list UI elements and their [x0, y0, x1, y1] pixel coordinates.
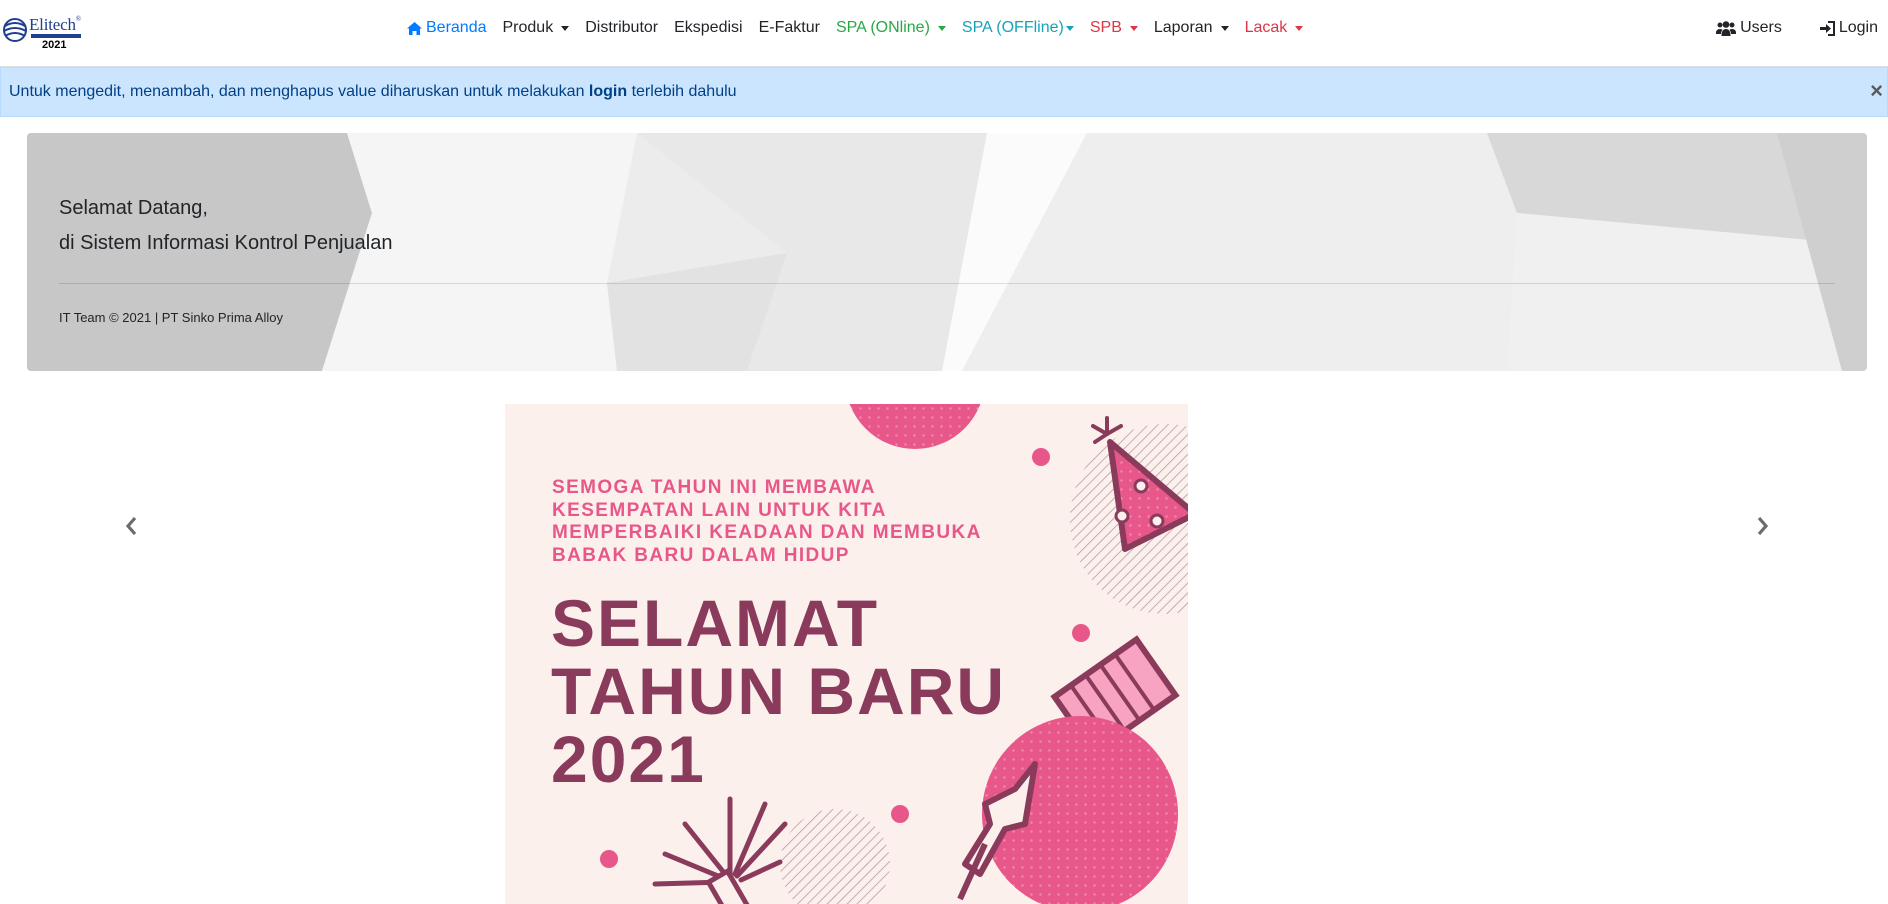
nav-beranda[interactable]: Beranda — [399, 0, 495, 56]
title-line: TAHUN BARU — [551, 654, 1007, 728]
nav-spb-label: SPB — [1089, 19, 1122, 36]
welcome-line-1: Selamat Datang, — [59, 197, 208, 219]
nav-produk-label: Produk — [502, 19, 554, 36]
navbar: Elitech® 2021 Beranda Produk Distributor… — [0, 0, 1888, 67]
users-icon — [1716, 20, 1737, 36]
globe-icon — [3, 18, 27, 42]
welcome-line-2: di Sistem Informasi Kontrol Penjualan — [59, 232, 393, 254]
brand-name: Elitech® — [29, 15, 81, 34]
sign-in-icon — [1819, 20, 1835, 36]
nav-laporan-label: Laporan — [1153, 19, 1213, 36]
welcome-jumbotron: Selamat Datang, di Sistem Informasi Kont… — [27, 133, 1867, 371]
nav-login-label: Login — [1838, 19, 1878, 36]
home-icon — [407, 21, 422, 35]
subtitle-line: BABAK BARU DALAM HIDUP — [552, 544, 850, 566]
caret-down-icon — [1220, 25, 1229, 31]
carousel-next-button[interactable] — [1747, 511, 1777, 541]
slide-subtitle: SEMOGA TAHUN INI MEMBAWA KESEMPATAN LAIN… — [552, 477, 982, 567]
caret-down-icon — [561, 25, 570, 31]
login-alert: Untuk mengedit, menambah, dan menghapus … — [0, 67, 1888, 117]
brand-bar — [31, 34, 81, 38]
nav-users[interactable]: Users — [1706, 0, 1792, 56]
alert-message: Untuk mengedit, menambah, dan menghapus … — [9, 83, 737, 100]
nav-spa-offline-label: SPA (OFFline) — [961, 19, 1064, 36]
nav-spa-online[interactable]: SPA (ONline) — [828, 0, 954, 56]
caret-down-icon — [937, 25, 946, 31]
alert-login-word: login — [588, 83, 628, 100]
nav-spa-online-label: SPA (ONline) — [835, 19, 930, 36]
nav-ekspedisi[interactable]: Ekspedisi — [666, 0, 750, 56]
divider — [59, 283, 1835, 284]
nav-spb[interactable]: SPB — [1082, 0, 1146, 56]
chevron-left-icon — [125, 517, 137, 535]
nav-beranda-label: Beranda — [426, 19, 487, 36]
carousel-slide-new-year: SEMOGA TAHUN INI MEMBAWA KESEMPATAN LAIN… — [505, 404, 1188, 904]
jumbotron-footer: IT Team © 2021 | PT Sinko Prima Alloy — [59, 310, 283, 325]
nav-efaktur-label: E-Faktur — [758, 19, 820, 36]
close-icon[interactable]: × — [1870, 80, 1883, 102]
user-nav: Users Login — [1706, 0, 1888, 56]
nav-distributor[interactable]: Distributor — [577, 0, 666, 56]
nav-spa-offline[interactable]: SPA (OFFline) — [954, 0, 1082, 56]
nav-produk[interactable]: Produk — [495, 0, 578, 56]
main-nav: Beranda Produk Distributor Ekspedisi E-F… — [399, 0, 1311, 56]
nav-distributor-label: Distributor — [585, 19, 659, 36]
slide-title: SELAMAT TAHUN BARU 2021 — [551, 589, 1006, 793]
nav-lacak-label: Lacak — [1244, 19, 1288, 36]
nav-ekspedisi-label: Ekspedisi — [674, 19, 743, 36]
subtitle-line: MEMPERBAIKI KEADAAN DAN MEMBUKA — [552, 522, 982, 543]
title-line: 2021 — [551, 722, 706, 796]
nav-lacak[interactable]: Lacak — [1237, 0, 1312, 56]
brand-logo[interactable]: Elitech® 2021 — [2, 12, 84, 54]
title-line: SELAMAT — [551, 586, 880, 660]
caret-down-icon — [1295, 25, 1304, 31]
carousel-prev-button[interactable] — [117, 511, 147, 541]
brand-year: 2021 — [42, 39, 67, 51]
nav-laporan[interactable]: Laporan — [1146, 0, 1237, 56]
caret-down-icon — [1129, 25, 1138, 31]
subtitle-line: SEMOGA TAHUN INI MEMBAWA — [552, 477, 876, 498]
nav-login[interactable]: Login — [1810, 0, 1888, 56]
chevron-right-icon — [1757, 517, 1769, 535]
subtitle-line: KESEMPATAN LAIN UNTUK KITA — [552, 499, 887, 521]
nav-efaktur[interactable]: E-Faktur — [751, 0, 828, 56]
caret-down-icon — [1065, 25, 1074, 31]
image-carousel: SEMOGA TAHUN INI MEMBAWA KESEMPATAN LAIN… — [0, 404, 1888, 904]
nav-users-label: Users — [1740, 19, 1782, 36]
